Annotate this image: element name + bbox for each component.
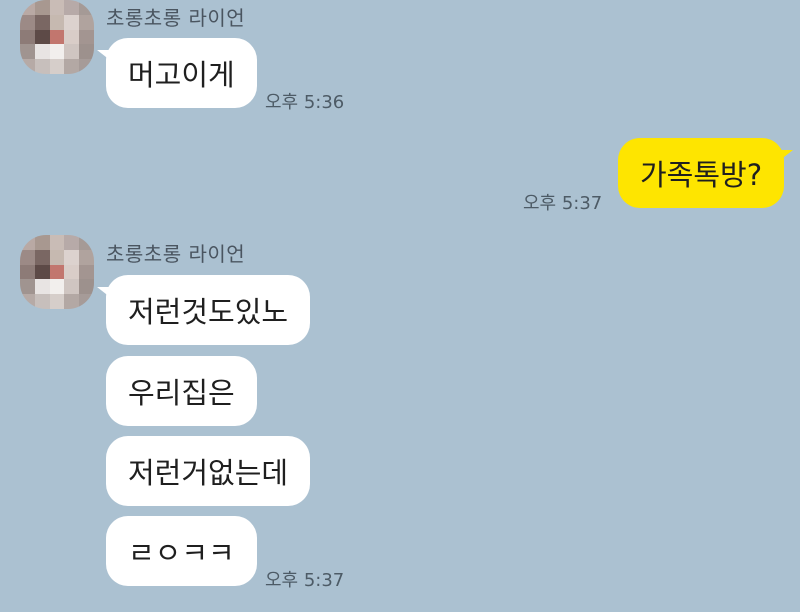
- avatar[interactable]: [20, 235, 94, 309]
- sender-name: 초롱초롱 라이언: [106, 6, 246, 30]
- message-bubble[interactable]: 우리집은: [106, 356, 257, 426]
- message-bubble-mine[interactable]: 가족톡방?: [618, 138, 794, 208]
- sender-name: 초롱초롱 라이언: [106, 242, 246, 266]
- message-time: 오후 5:37: [265, 570, 345, 591]
- avatar[interactable]: [20, 0, 94, 74]
- message-bubble[interactable]: ㄹㅇㅋㅋ: [106, 516, 257, 586]
- message-time: 오후 5:36: [265, 92, 345, 113]
- message-bubble[interactable]: 머고이게: [97, 38, 257, 108]
- message-bubble[interactable]: 저런거없는데: [106, 436, 311, 506]
- message-time: 오후 5:37: [523, 193, 603, 214]
- message-bubble[interactable]: 저런것도있노: [96, 275, 311, 345]
